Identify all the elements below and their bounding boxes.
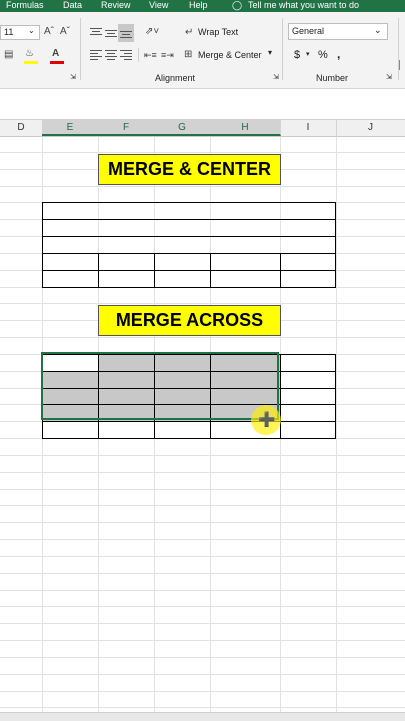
divider [138, 48, 139, 62]
column-header-h[interactable]: H [210, 120, 281, 136]
merge-dropdown-icon[interactable]: ▾ [268, 48, 272, 57]
gridline [0, 640, 405, 641]
gridline [0, 657, 405, 658]
column-header-e[interactable]: E [42, 120, 99, 136]
chevron-down-icon: ⌄ [374, 25, 382, 35]
gridline [0, 455, 405, 456]
merge-center-icon[interactable]: ⊞ [184, 49, 192, 61]
dialog-launcher-icon[interactable]: ⇲ [70, 73, 76, 81]
gridline [336, 137, 337, 712]
gridline [0, 489, 405, 490]
tell-me-search[interactable]: Tell me what you want to do [248, 0, 359, 11]
worksheet-grid[interactable]: MERGE & CENTER MERGE ACROSS ➕ [0, 137, 405, 712]
font-color-swatch [50, 61, 64, 64]
tab-review[interactable]: Review [101, 0, 131, 11]
comma-button[interactable]: , [337, 47, 340, 61]
borders-icon[interactable]: ▤ [4, 49, 13, 61]
gridline [0, 590, 405, 591]
merge-across-banner[interactable]: MERGE ACROSS [98, 305, 281, 336]
column-header-d[interactable]: D [0, 120, 43, 136]
gridline [0, 674, 405, 675]
column-header-j[interactable]: J [336, 120, 405, 136]
font-size-value: 11 [4, 27, 14, 37]
currency-dropdown-icon[interactable]: ▾ [306, 50, 310, 58]
align-top-icon[interactable] [90, 28, 102, 38]
menu-bar: Formulas Data Review View Help ◯ Tell me… [0, 0, 405, 12]
align-middle-icon[interactable] [105, 28, 117, 38]
font-size-select[interactable]: 11 ⌄ [0, 25, 40, 40]
tab-formulas[interactable]: Formulas [6, 0, 44, 11]
gridline [0, 707, 405, 708]
number-group-label: Number [316, 73, 349, 83]
column-header-f[interactable]: F [98, 120, 155, 136]
column-header-g[interactable]: G [154, 120, 211, 136]
font-color-icon[interactable]: A [52, 48, 59, 60]
tab-view[interactable]: View [149, 0, 168, 11]
gridline [0, 337, 405, 338]
gridline [0, 556, 405, 557]
wrap-text-button[interactable]: Wrap Text [198, 27, 238, 37]
chevron-down-icon: ⌄ [28, 26, 35, 35]
decrease-font-icon[interactable]: Aˇ [60, 26, 70, 38]
gridline [0, 539, 405, 540]
gridline [0, 303, 405, 304]
fill-color-icon[interactable]: ♨ [25, 48, 34, 60]
align-left-icon[interactable] [90, 50, 102, 60]
selection-border[interactable] [41, 352, 279, 420]
merge-center-banner[interactable]: MERGE & CENTER [98, 154, 281, 185]
increase-indent-icon[interactable]: ≡⇥ [161, 49, 174, 61]
ribbon: 11 ⌄ Aˆ Aˇ ▤ ♨ A ⇗˅ ↵ Wrap Text ⇤≡ ≡⇥ ⊞ … [0, 12, 405, 89]
gridline [0, 623, 405, 624]
divider [80, 18, 81, 80]
lightbulb-icon: ◯ [232, 0, 243, 10]
percent-button[interactable]: % [318, 49, 328, 61]
align-bottom-icon[interactable] [118, 24, 134, 42]
align-right-icon[interactable] [120, 50, 132, 60]
tab-data[interactable]: Data [63, 0, 82, 11]
gridline [0, 691, 405, 692]
gridline [0, 522, 405, 523]
divider [398, 18, 399, 80]
cell-cursor-icon: ➕ [258, 411, 276, 427]
increase-font-icon[interactable]: Aˆ [44, 26, 54, 38]
gridline [0, 573, 405, 574]
wrap-text-icon[interactable]: ↵ [185, 27, 193, 39]
number-format-select[interactable]: General ⌄ [288, 23, 388, 40]
formula-bar-area[interactable] [0, 89, 405, 120]
orientation-icon[interactable]: ⇗˅ [145, 26, 159, 38]
number-launcher-icon[interactable]: ⇲ [386, 73, 392, 81]
column-headers: D E F G H I J [0, 120, 405, 137]
tab-help[interactable]: Help [189, 0, 208, 11]
number-format-value: General [292, 26, 325, 36]
align-center-icon[interactable] [105, 50, 117, 60]
fill-color-swatch [24, 61, 38, 64]
scroll-tick [399, 60, 400, 70]
gridline [0, 472, 405, 473]
column-header-i[interactable]: I [280, 120, 337, 136]
merge-center-button[interactable]: Merge & Center [198, 50, 262, 60]
gridline [0, 186, 405, 187]
divider [282, 18, 283, 80]
gridline [0, 505, 405, 506]
decrease-indent-icon[interactable]: ⇤≡ [144, 49, 157, 61]
alignment-group-label: Alignment [155, 73, 196, 83]
currency-button[interactable]: $ [294, 49, 300, 61]
gridline [0, 606, 405, 607]
gridline [0, 152, 405, 153]
alignment-launcher-icon[interactable]: ⇲ [273, 73, 279, 81]
